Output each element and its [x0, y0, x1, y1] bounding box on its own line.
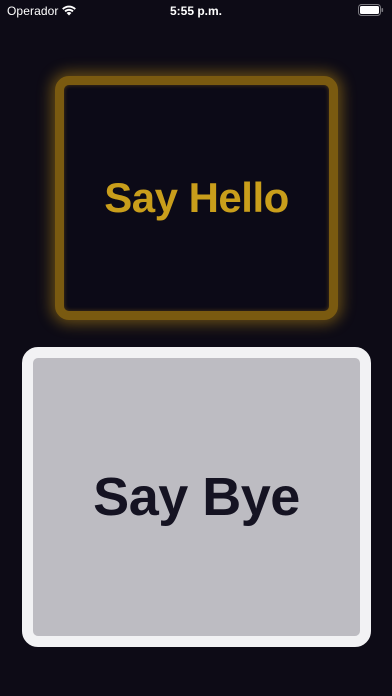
say-bye-button[interactable]: Say Bye	[22, 347, 371, 647]
say-hello-button[interactable]: Say Hello	[55, 76, 338, 320]
app-screen: Operador 5:55 p.m. Say Hello Say Bye	[0, 0, 392, 696]
status-bar: Operador 5:55 p.m.	[0, 0, 392, 22]
battery-icon	[358, 4, 384, 16]
say-hello-label: Say Hello	[104, 174, 289, 221]
say-bye-label: Say Bye	[93, 467, 300, 527]
clock-time: 5:55 p.m.	[169, 4, 223, 18]
